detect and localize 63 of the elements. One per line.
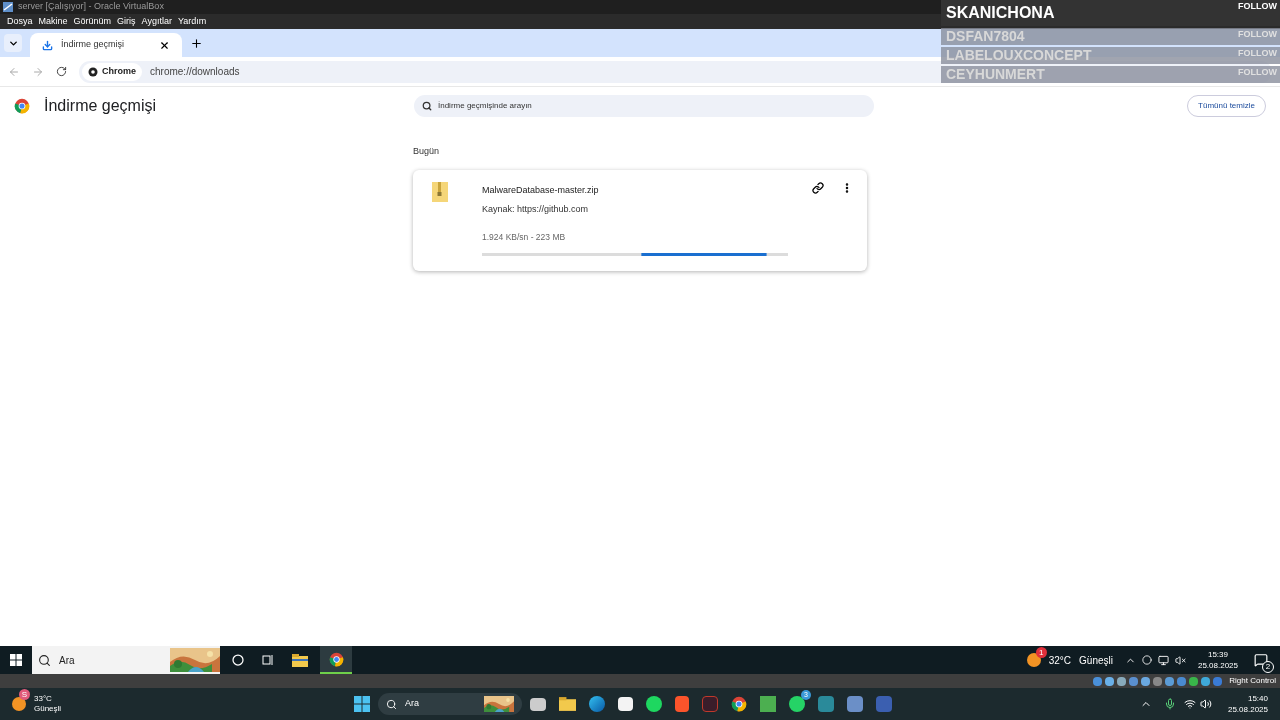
temperature-text: 33°C	[34, 694, 53, 704]
site-chip[interactable]: Chrome	[82, 62, 142, 81]
clock[interactable]: 15:40 25.08.2025	[1227, 693, 1268, 715]
windows-start-icon[interactable]	[10, 654, 22, 666]
follower-name: CEYHUNMERT	[946, 65, 1045, 84]
menu-item[interactable]: Makine	[38, 14, 68, 29]
weather-condition: Güneşli	[1079, 653, 1113, 668]
download-status: 1.924 KB/sn - 223 MB	[482, 230, 567, 244]
search-field[interactable]: İndirme geçmişinde arayın	[414, 95, 874, 117]
temperature-text: 32°C	[1048, 653, 1072, 668]
weather-badge: S	[19, 689, 30, 700]
volume-icon[interactable]	[1199, 698, 1212, 710]
folder-icon[interactable]	[292, 653, 308, 667]
clock-date: 25.08.2025	[1197, 660, 1238, 671]
zip-file-icon	[432, 181, 448, 202]
follower-name: SKANICHONA	[946, 3, 1055, 23]
search-icon	[422, 101, 432, 111]
source-text: Kaynak: https://github.com	[482, 203, 590, 216]
taskbar-search-field[interactable]: Ara	[378, 693, 522, 715]
weather-condition: Güneşli	[34, 704, 63, 714]
url-text: chrome://downloads	[150, 65, 240, 79]
reload-icon[interactable]	[56, 66, 67, 77]
menu-item[interactable]: Aygıtlar	[141, 14, 172, 29]
menu-item[interactable]: Yardım	[177, 14, 207, 29]
follow-label: FOLLOW	[1238, 28, 1277, 41]
follower-name: DSFAN7804	[946, 27, 1025, 46]
clock-time: 15:39	[1207, 649, 1228, 660]
tab-search-button[interactable]	[4, 34, 22, 52]
copy-link-icon[interactable]	[812, 181, 824, 194]
muted-volume-icon[interactable]	[1174, 654, 1186, 666]
tab-title: İndirme geçmişi	[61, 38, 126, 52]
microphone-icon[interactable]	[1163, 698, 1176, 710]
page-title: İndirme geçmişi	[44, 96, 157, 116]
clock[interactable]: 15:39 25.08.2025	[1197, 649, 1238, 671]
follow-label: FOLLOW	[1238, 0, 1277, 13]
download-icon	[42, 39, 53, 51]
clock-date: 25.08.2025	[1227, 704, 1268, 715]
follow-label: FOLLOW	[1238, 47, 1277, 60]
weather-badge: 1	[1035, 647, 1047, 658]
network-icon[interactable]	[1183, 698, 1196, 710]
windows-start-icon[interactable]	[354, 696, 370, 712]
menu-item[interactable]: Görünüm	[73, 14, 112, 29]
file-name: MalwareDatabase-master.zip	[482, 183, 600, 197]
search-icon	[38, 653, 51, 667]
window-title: server [Çalışıyor] - Oracle VirtualBox	[18, 0, 164, 14]
notification-icon[interactable]	[1254, 653, 1268, 667]
chrome-logo-icon	[14, 98, 30, 114]
close-icon[interactable]	[159, 39, 170, 51]
new-tab-icon[interactable]	[190, 37, 203, 50]
clock-time: 15:40	[1247, 693, 1268, 704]
search-icon	[386, 698, 397, 710]
weather-icon	[12, 697, 26, 711]
notification-count: 2	[1262, 661, 1274, 673]
taskbar-search-field[interactable]: Ara	[32, 646, 220, 674]
section-heading: Bugün	[413, 145, 441, 158]
host-key-label: Right Control	[1229, 675, 1276, 687]
folder-icon[interactable]	[559, 697, 576, 711]
browser-tab[interactable]: İndirme geçmişi	[30, 33, 182, 57]
weather-icon	[1026, 653, 1041, 667]
menu-item[interactable]: Giriş	[117, 14, 136, 29]
menu-item[interactable]: Dosya	[7, 14, 33, 29]
chrome-taskbar-button[interactable]	[320, 646, 352, 674]
network-icon[interactable]	[1157, 654, 1169, 666]
